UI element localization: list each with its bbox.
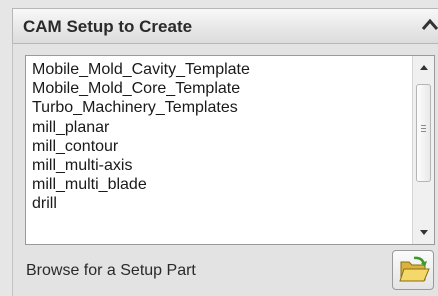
list-item[interactable]: Mobile_Mold_Core_Template bbox=[32, 79, 406, 98]
chevron-up-icon bbox=[421, 18, 438, 30]
list-item[interactable]: mill_contour bbox=[32, 137, 406, 156]
scroll-up-button[interactable] bbox=[413, 56, 434, 78]
panel-header[interactable]: CAM Setup to Create bbox=[12, 8, 438, 44]
list-item[interactable]: Turbo_Machinery_Templates bbox=[32, 98, 406, 117]
vertical-scrollbar[interactable] bbox=[412, 56, 434, 244]
setup-list: Mobile_Mold_Cavity_Template Mobile_Mold_… bbox=[32, 60, 406, 214]
browse-setup-part-button[interactable] bbox=[392, 250, 434, 290]
browse-label: Browse for a Setup Part bbox=[26, 262, 196, 279]
thumb-grip-icon bbox=[421, 125, 426, 134]
list-item[interactable]: mill_planar bbox=[32, 118, 406, 137]
scroll-down-arrow-icon bbox=[419, 230, 428, 235]
scroll-down-button[interactable] bbox=[413, 222, 434, 244]
collapse-button[interactable] bbox=[419, 13, 438, 39]
scroll-up-arrow-icon bbox=[419, 65, 428, 70]
list-item[interactable]: mill_multi_blade bbox=[32, 175, 406, 194]
list-item[interactable]: drill bbox=[32, 194, 406, 213]
list-item[interactable]: mill_multi-axis bbox=[32, 156, 406, 175]
list-item[interactable]: Mobile_Mold_Cavity_Template bbox=[32, 60, 406, 79]
cam-setup-panel: CAM Setup to Create Mobile_Mold_Cavity_T… bbox=[0, 0, 438, 296]
setup-listbox[interactable]: Mobile_Mold_Cavity_Template Mobile_Mold_… bbox=[25, 55, 435, 245]
scroll-thumb[interactable] bbox=[416, 84, 431, 182]
open-folder-icon bbox=[399, 256, 430, 282]
panel-title: CAM Setup to Create bbox=[23, 17, 193, 36]
